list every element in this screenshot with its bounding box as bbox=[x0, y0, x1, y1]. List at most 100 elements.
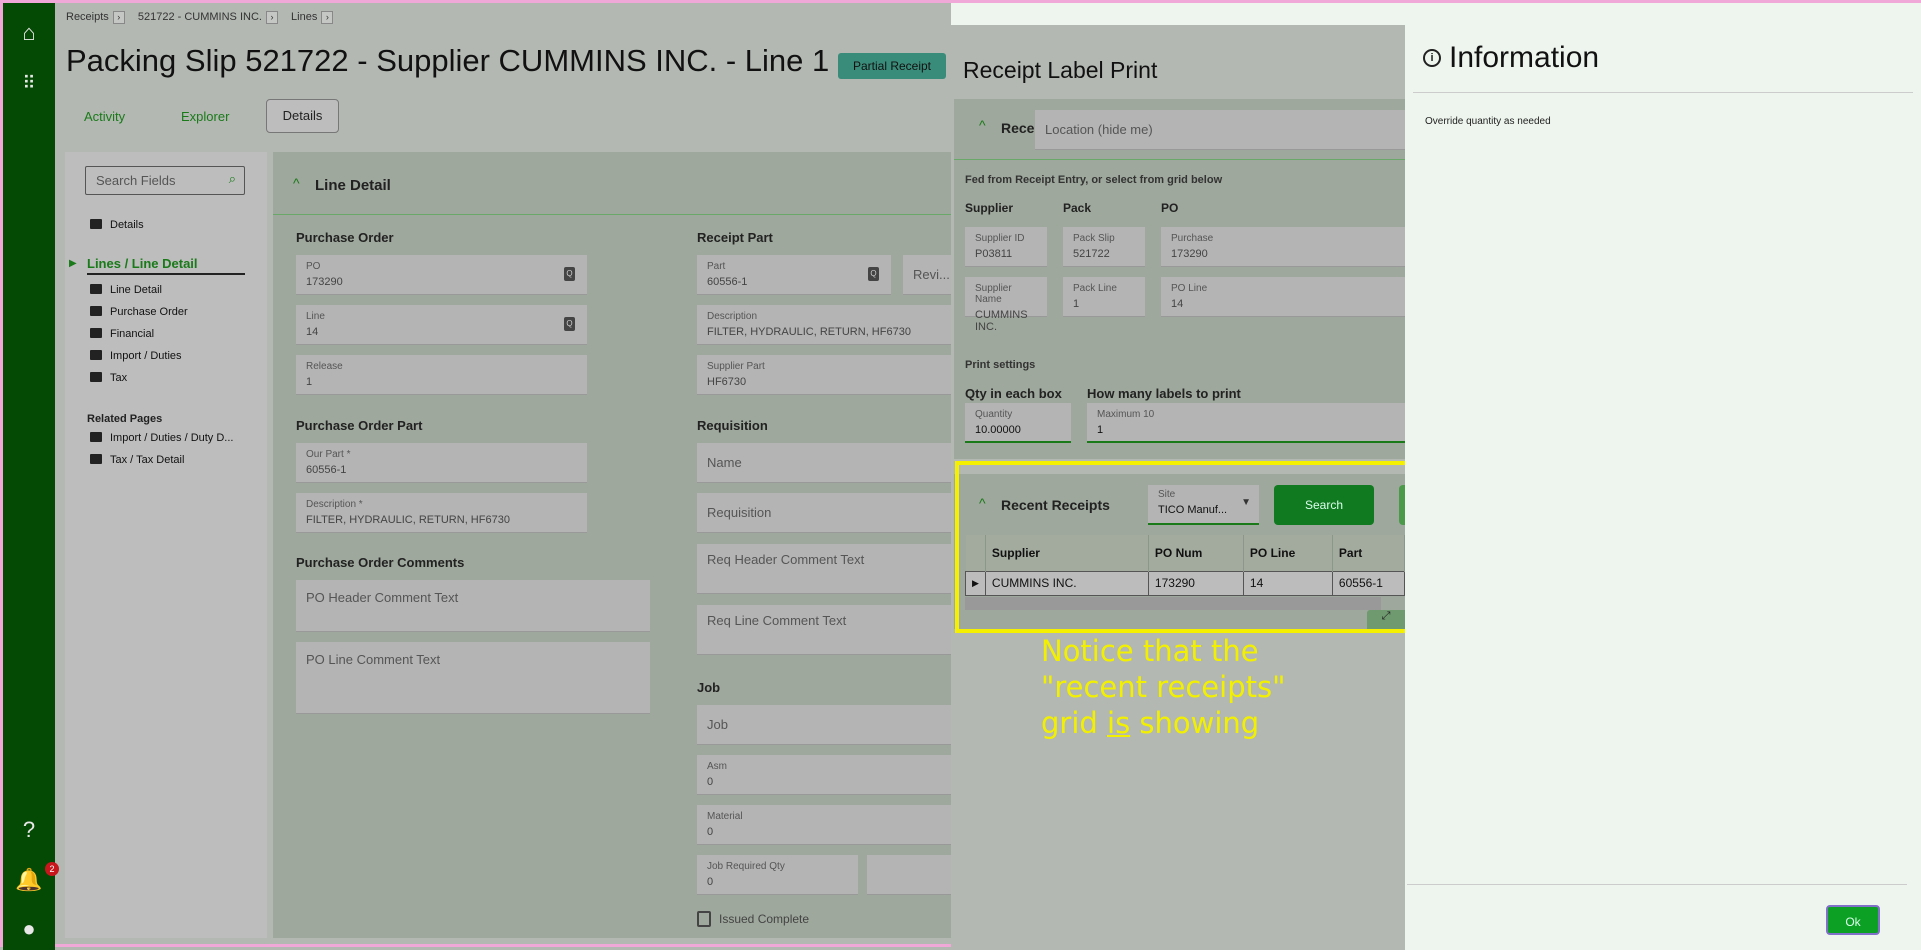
pages-icon bbox=[90, 432, 102, 442]
user-avatar-icon[interactable]: ● bbox=[15, 915, 43, 943]
field-value: 521722 bbox=[1073, 248, 1110, 260]
divider bbox=[954, 159, 1405, 160]
related-item-label: Import / Duties / Duty D... bbox=[110, 432, 234, 444]
search-icon[interactable]: ⌕ bbox=[229, 171, 236, 187]
po-comments-heading: Purchase Order Comments bbox=[296, 555, 465, 570]
help-icon[interactable]: ? bbox=[15, 816, 43, 844]
revision-field[interactable]: Revi... bbox=[903, 255, 951, 295]
field-label: Pack Slip bbox=[1073, 233, 1115, 244]
name-field[interactable]: Name bbox=[697, 443, 951, 483]
notifications-bell-icon[interactable]: 🔔 2 bbox=[15, 862, 59, 894]
purchase-order-field[interactable]: Purchase 173290 bbox=[1161, 227, 1405, 267]
lookup-icon[interactable]: Q bbox=[564, 267, 575, 281]
nav-details-label: Details bbox=[110, 219, 144, 231]
release-field[interactable]: Release 1 bbox=[296, 355, 587, 395]
qty-heading: Qty in each box bbox=[965, 386, 1062, 401]
issued-complete-checkbox[interactable] bbox=[697, 911, 711, 927]
nav-details[interactable]: Details bbox=[90, 219, 144, 231]
job-heading: Job bbox=[697, 680, 721, 695]
line-field[interactable]: Line 14 Q bbox=[296, 305, 587, 345]
breadcrumb-lines[interactable]: Lines bbox=[291, 11, 317, 23]
location-field[interactable]: Location (hide me) bbox=[1035, 110, 1405, 150]
annotation-text: showing bbox=[1130, 706, 1260, 740]
field-value: 14 bbox=[1171, 298, 1184, 310]
related-item[interactable]: Tax / Tax Detail bbox=[90, 454, 184, 466]
pack-slip-field[interactable]: Pack Slip 521722 bbox=[1063, 227, 1145, 267]
nav-lines-line-detail[interactable]: Lines / Line Detail bbox=[87, 256, 245, 275]
field-value: 0 bbox=[707, 826, 714, 838]
chevron-right-icon[interactable]: › bbox=[265, 11, 278, 24]
description-field[interactable]: Description FILTER, HYDRAULIC, RETURN, HF… bbox=[697, 305, 951, 345]
field-value: HF6730 bbox=[707, 376, 747, 388]
requisition-field[interactable]: Requisition bbox=[697, 493, 951, 533]
field-label: Release bbox=[306, 361, 343, 372]
po-field[interactable]: PO 173290 Q bbox=[296, 255, 587, 295]
search-fields-input[interactable]: Search Fields ⌕ bbox=[85, 166, 245, 195]
home-icon[interactable]: ⌂ bbox=[15, 19, 43, 47]
nav-item-label: Import / Duties bbox=[110, 350, 182, 362]
pack-heading: Pack bbox=[1063, 201, 1092, 215]
field-value: CUMMINS INC. bbox=[975, 309, 1028, 333]
nav-item-label: Line Detail bbox=[110, 284, 162, 296]
nav-item[interactable]: Purchase Order bbox=[90, 306, 188, 318]
blank-field[interactable] bbox=[867, 855, 951, 895]
labels-count-input[interactable]: Maximum 10 1 bbox=[1087, 403, 1405, 443]
nav-item-label: Tax bbox=[110, 372, 128, 384]
pack-line-field[interactable]: Pack Line 1 bbox=[1063, 277, 1145, 317]
field-value: 1 bbox=[1073, 298, 1080, 310]
field-label: Supplier ID bbox=[975, 233, 1025, 244]
po-part-heading: Purchase Order Part bbox=[296, 418, 423, 433]
tab-activity[interactable]: Activity bbox=[84, 109, 125, 124]
chevron-right-icon[interactable]: › bbox=[112, 11, 125, 24]
nav-item[interactable]: Financial bbox=[90, 328, 154, 340]
apps-grid-icon[interactable]: ⠿ bbox=[15, 69, 43, 97]
search-placeholder: Search Fields bbox=[96, 173, 176, 188]
annotation-line: Notice that the bbox=[1041, 634, 1259, 668]
field-label: Part bbox=[707, 261, 726, 272]
nav-item[interactable]: Tax bbox=[90, 372, 127, 384]
tab-details[interactable]: Details bbox=[266, 99, 339, 133]
active-caret-icon: ▶ bbox=[69, 258, 77, 269]
po-line-comment-textarea[interactable]: PO Line Comment Text bbox=[296, 642, 650, 714]
ok-button[interactable]: Ok bbox=[1826, 905, 1880, 935]
labels-heading: How many labels to print bbox=[1087, 386, 1241, 401]
placeholder: Location (hide me) bbox=[1045, 122, 1153, 137]
pages-icon bbox=[90, 454, 102, 464]
related-item-label: Tax / Tax Detail bbox=[110, 454, 185, 466]
info-icon: i bbox=[1423, 49, 1441, 67]
po-description-field[interactable]: Description * FILTER, HYDRAULIC, RETURN, … bbox=[296, 493, 587, 533]
nav-item[interactable]: Import / Duties bbox=[90, 350, 182, 362]
field-label: Quantity bbox=[975, 409, 1013, 420]
placeholder: Name bbox=[707, 455, 742, 470]
field-label: Supplier Part bbox=[707, 361, 765, 372]
form-icon bbox=[90, 328, 102, 338]
related-item[interactable]: Import / Duties / Duty D... bbox=[90, 432, 233, 444]
supplier-part-field[interactable]: Supplier Part HF6730 bbox=[697, 355, 951, 395]
field-label: PO Line bbox=[1171, 283, 1208, 294]
breadcrumb-packslip[interactable]: 521722 - CUMMINS INC. bbox=[138, 11, 262, 23]
collapse-chevron-icon[interactable]: ^ bbox=[979, 117, 986, 133]
job-required-qty-field[interactable]: Job Required Qty 0 bbox=[697, 855, 858, 895]
part-field[interactable]: Part 60556-1 Q bbox=[697, 255, 891, 295]
breadcrumb-receipts[interactable]: Receipts bbox=[66, 11, 109, 23]
chevron-right-icon[interactable]: › bbox=[321, 11, 334, 24]
po-line-field[interactable]: PO Line 14 bbox=[1161, 277, 1405, 317]
lookup-icon[interactable]: Q bbox=[564, 317, 575, 331]
lookup-icon[interactable]: Q bbox=[868, 267, 879, 281]
field-value: 14 bbox=[306, 326, 319, 338]
field-label: Our Part * bbox=[306, 449, 351, 460]
supplier-name-field[interactable]: Supplier Name CUMMINS INC. bbox=[965, 277, 1047, 333]
req-header-comment-textarea[interactable]: Req Header Comment Text bbox=[697, 544, 951, 594]
field-value: 0 bbox=[707, 876, 714, 888]
quantity-input[interactable]: Quantity 10.00000 bbox=[965, 403, 1071, 443]
req-line-comment-textarea[interactable]: Req Line Comment Text bbox=[697, 605, 951, 655]
po-header-comment-textarea[interactable]: PO Header Comment Text bbox=[296, 580, 650, 632]
job-field[interactable]: Job bbox=[697, 705, 951, 745]
collapse-chevron-icon[interactable]: ^ bbox=[293, 175, 300, 191]
tab-explorer[interactable]: Explorer bbox=[181, 109, 229, 124]
material-field[interactable]: Material 0 bbox=[697, 805, 951, 845]
supplier-id-field[interactable]: Supplier ID P03811 bbox=[965, 227, 1047, 267]
nav-item[interactable]: Line Detail bbox=[90, 284, 162, 296]
asm-field[interactable]: Asm 0 bbox=[697, 755, 951, 795]
our-part-field[interactable]: Our Part * 60556-1 bbox=[296, 443, 587, 483]
